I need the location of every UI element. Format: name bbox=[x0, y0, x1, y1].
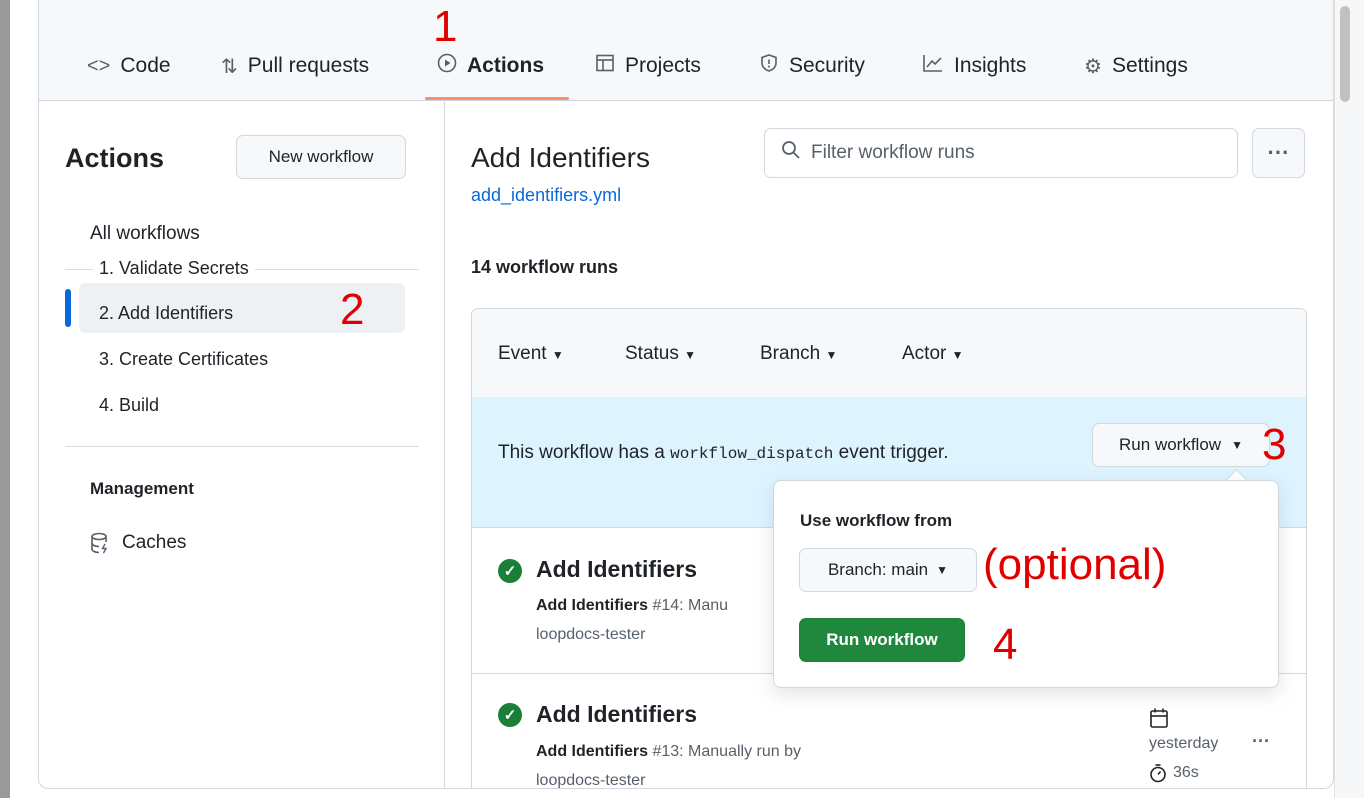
run-date: yesterday bbox=[1149, 735, 1219, 752]
banner-text-post: event trigger. bbox=[838, 442, 949, 463]
caret-down-icon: ▼ bbox=[1231, 438, 1243, 452]
tab-label: Projects bbox=[625, 54, 701, 77]
filter-label: Status bbox=[625, 343, 679, 364]
left-edge bbox=[0, 0, 10, 798]
run-workflow-button[interactable]: Run workflow bbox=[799, 618, 965, 662]
annotation-1: 1 bbox=[433, 2, 458, 51]
success-check-icon: ✓ bbox=[498, 559, 522, 583]
tab-label: Actions bbox=[467, 54, 545, 77]
run-workflow-label: Run workflow bbox=[1119, 435, 1222, 454]
caret-down-icon: ▼ bbox=[825, 348, 838, 362]
tab-insights[interactable]: Insights bbox=[922, 50, 1026, 82]
banner-text-pre: This workflow has a bbox=[498, 442, 665, 463]
graph-icon bbox=[922, 53, 944, 79]
page-scrollbar[interactable] bbox=[1334, 0, 1364, 798]
active-tab-indicator bbox=[425, 97, 569, 100]
sidebar-item-build[interactable]: 4. Build bbox=[99, 395, 159, 416]
workflow-run-row[interactable]: ✓ Add Identifiers Add Identifiers #13: M… bbox=[472, 673, 1306, 789]
run-description: Add Identifiers #13: Manually run by bbox=[536, 743, 801, 761]
event-filter[interactable]: Event ▼ bbox=[498, 343, 564, 365]
run-actor: loopdocs-tester bbox=[536, 772, 646, 789]
divider bbox=[65, 446, 419, 447]
tab-label: Code bbox=[120, 54, 171, 77]
filter-placeholder: Filter workflow runs bbox=[811, 142, 975, 163]
database-icon bbox=[90, 532, 110, 554]
active-item-indicator bbox=[65, 289, 71, 327]
page-scrollbar-thumb[interactable] bbox=[1340, 6, 1350, 102]
run-duration: 36s bbox=[1149, 763, 1199, 783]
more-options-button[interactable]: ··· bbox=[1252, 128, 1305, 178]
gear-icon: ⚙ bbox=[1084, 55, 1102, 78]
run-description: Add Identifiers #14: Manu bbox=[536, 597, 728, 615]
run-name: Add Identifiers bbox=[536, 597, 649, 614]
branch-filter[interactable]: Branch ▼ bbox=[760, 343, 837, 365]
tab-label: Security bbox=[789, 54, 865, 77]
pull-request-icon: ⇅ bbox=[221, 55, 238, 78]
actor-filter[interactable]: Actor ▼ bbox=[902, 343, 964, 365]
annotation-3: 3 bbox=[1262, 420, 1287, 469]
workflow-title: Add Identifiers bbox=[471, 142, 650, 173]
new-workflow-button[interactable]: New workflow bbox=[236, 135, 406, 179]
tab-label: Settings bbox=[1111, 54, 1188, 77]
tab-security[interactable]: Security bbox=[759, 50, 865, 82]
calendar-icon bbox=[1149, 707, 1169, 734]
filter-label: Event bbox=[498, 343, 547, 364]
branch-select-label: Branch: main bbox=[827, 560, 929, 579]
run-actor: loopdocs-tester bbox=[536, 626, 646, 643]
workflow-file-link[interactable]: add_identifiers.yml bbox=[471, 185, 621, 206]
status-filter[interactable]: Status ▼ bbox=[625, 343, 696, 365]
annotation-optional: (optional) bbox=[983, 540, 1167, 589]
shield-icon bbox=[759, 53, 779, 79]
stopwatch-icon bbox=[1149, 763, 1167, 783]
caret-down-icon: ▼ bbox=[936, 563, 949, 577]
management-heading: Management bbox=[90, 479, 194, 498]
banner-code: workflow_dispatch bbox=[670, 445, 834, 463]
run-title[interactable]: Add Identifiers bbox=[536, 701, 697, 728]
sidebar-title: Actions bbox=[65, 143, 165, 173]
caches-link[interactable]: Caches bbox=[90, 532, 186, 554]
workflow-runs-count: 14 workflow runs bbox=[471, 257, 619, 277]
tab-actions[interactable]: Actions bbox=[437, 50, 544, 82]
banner-text: This workflow has a workflow_dispatch ev… bbox=[498, 437, 1018, 470]
caret-down-icon: ▼ bbox=[684, 348, 697, 362]
sidebar-item-create-certificates[interactable]: 3. Create Certificates bbox=[99, 349, 268, 370]
caret-down-icon: ▼ bbox=[551, 348, 564, 362]
annotation-4: 4 bbox=[993, 620, 1018, 669]
filters-bar: Event ▼ Status ▼ Branch ▼ Actor ▼ bbox=[472, 309, 1306, 398]
use-workflow-from-label: Use workflow from bbox=[800, 511, 953, 530]
success-check-icon: ✓ bbox=[498, 703, 522, 727]
browser-window: <> Code ⇅ Pull requests Actions Projects bbox=[38, 0, 1334, 789]
filter-label: Actor bbox=[902, 343, 947, 364]
tab-label: Insights bbox=[954, 54, 1027, 77]
run-workflow-dropdown-button[interactable]: Run workflow ▼ bbox=[1092, 423, 1270, 467]
play-icon bbox=[437, 53, 457, 79]
all-workflows-link[interactable]: All workflows bbox=[90, 223, 200, 245]
filter-label: Branch bbox=[760, 343, 821, 364]
caches-label: Caches bbox=[122, 532, 187, 553]
tab-label: Pull requests bbox=[247, 54, 370, 77]
sidebar-item-validate-secrets[interactable]: 1. Validate Secrets bbox=[93, 258, 255, 279]
run-desc-text: #14: Manu bbox=[652, 597, 729, 614]
table-icon bbox=[595, 53, 615, 79]
repo-nav: <> Code ⇅ Pull requests Actions Projects bbox=[39, 0, 1333, 101]
run-name: Add Identifiers bbox=[536, 743, 649, 760]
code-icon: <> bbox=[87, 54, 111, 77]
tab-pull-requests[interactable]: ⇅ Pull requests bbox=[221, 50, 369, 82]
run-more-button[interactable]: ··· bbox=[1252, 731, 1270, 752]
tab-settings[interactable]: ⚙ Settings bbox=[1084, 50, 1188, 82]
annotation-2: 2 bbox=[340, 285, 365, 334]
run-desc-text: #13: Manually run by bbox=[652, 743, 801, 760]
sidebar-item-add-identifiers[interactable]: 2. Add Identifiers bbox=[99, 303, 233, 324]
tab-code[interactable]: <> Code bbox=[87, 50, 171, 82]
sidebar: Actions New workflow All workflows 1. Va… bbox=[39, 101, 445, 788]
caret-down-icon: ▼ bbox=[951, 348, 964, 362]
search-icon bbox=[781, 140, 801, 166]
run-duration-text: 36s bbox=[1173, 764, 1199, 781]
run-title[interactable]: Add Identifiers bbox=[536, 556, 697, 583]
tab-projects[interactable]: Projects bbox=[595, 50, 701, 82]
filter-workflow-runs-input[interactable]: Filter workflow runs bbox=[764, 128, 1238, 178]
branch-select[interactable]: Branch: main ▼ bbox=[799, 548, 977, 592]
